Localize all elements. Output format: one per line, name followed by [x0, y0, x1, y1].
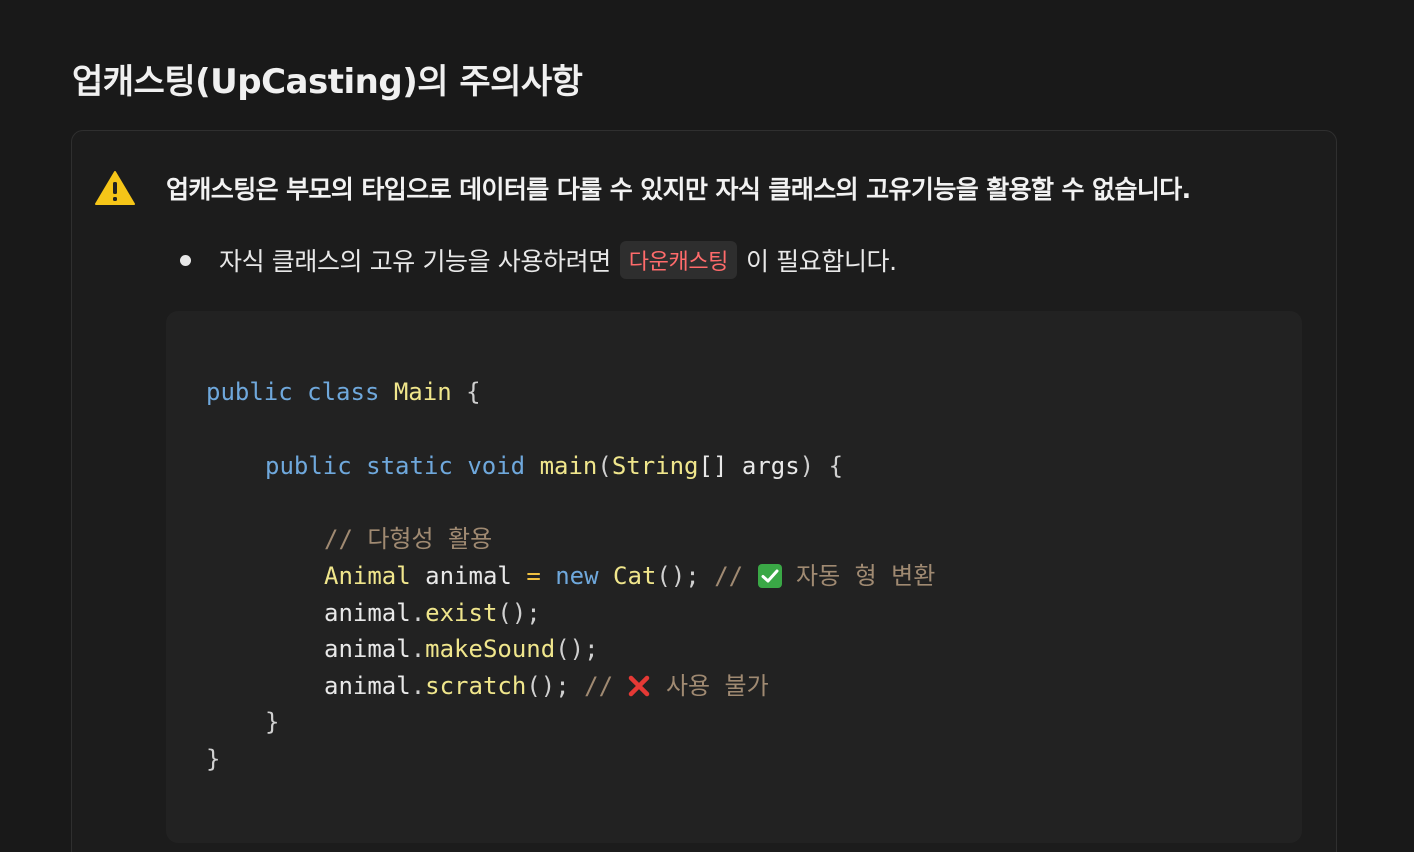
bullet-text-after: 이 필요합니다.: [746, 247, 897, 276]
code-line-8: }: [265, 708, 280, 736]
code-line-2: public static void main(String[] args) {: [265, 452, 844, 480]
inline-code-downcasting: 다운캐스팅: [619, 241, 737, 279]
code-line-5: animal.exist();: [324, 599, 541, 627]
code-line-7: animal.scratch(); // 사용 불가: [324, 672, 769, 700]
bullet-dot: [180, 254, 191, 266]
code-line-9: }: [206, 745, 221, 773]
callout-text: 업캐스팅은 부모의 타입으로 데이터를 다룰 수 있지만 자식 클래스의 고유기…: [166, 175, 1191, 204]
code-line-3: // 다형성 활용: [324, 525, 493, 553]
cross-mark-icon: [627, 674, 651, 698]
code-line-6: animal.makeSound();: [324, 635, 599, 663]
code-line-4: Animal animal = new Cat(); // 자동 형 변환: [324, 562, 936, 590]
page-heading: 업캐스팅(UpCasting)의 주의사항: [72, 62, 583, 102]
warning-icon: [95, 171, 135, 205]
bullet-item: 자식 클래스의 고유 기능을 사용하려면 다운캐스팅 이 필요합니다.: [180, 240, 897, 280]
check-mark-icon: [757, 564, 782, 588]
bullet-text-before: 자식 클래스의 고유 기능을 사용하려면: [219, 247, 611, 276]
code-line-1: public class Main {: [206, 378, 481, 406]
